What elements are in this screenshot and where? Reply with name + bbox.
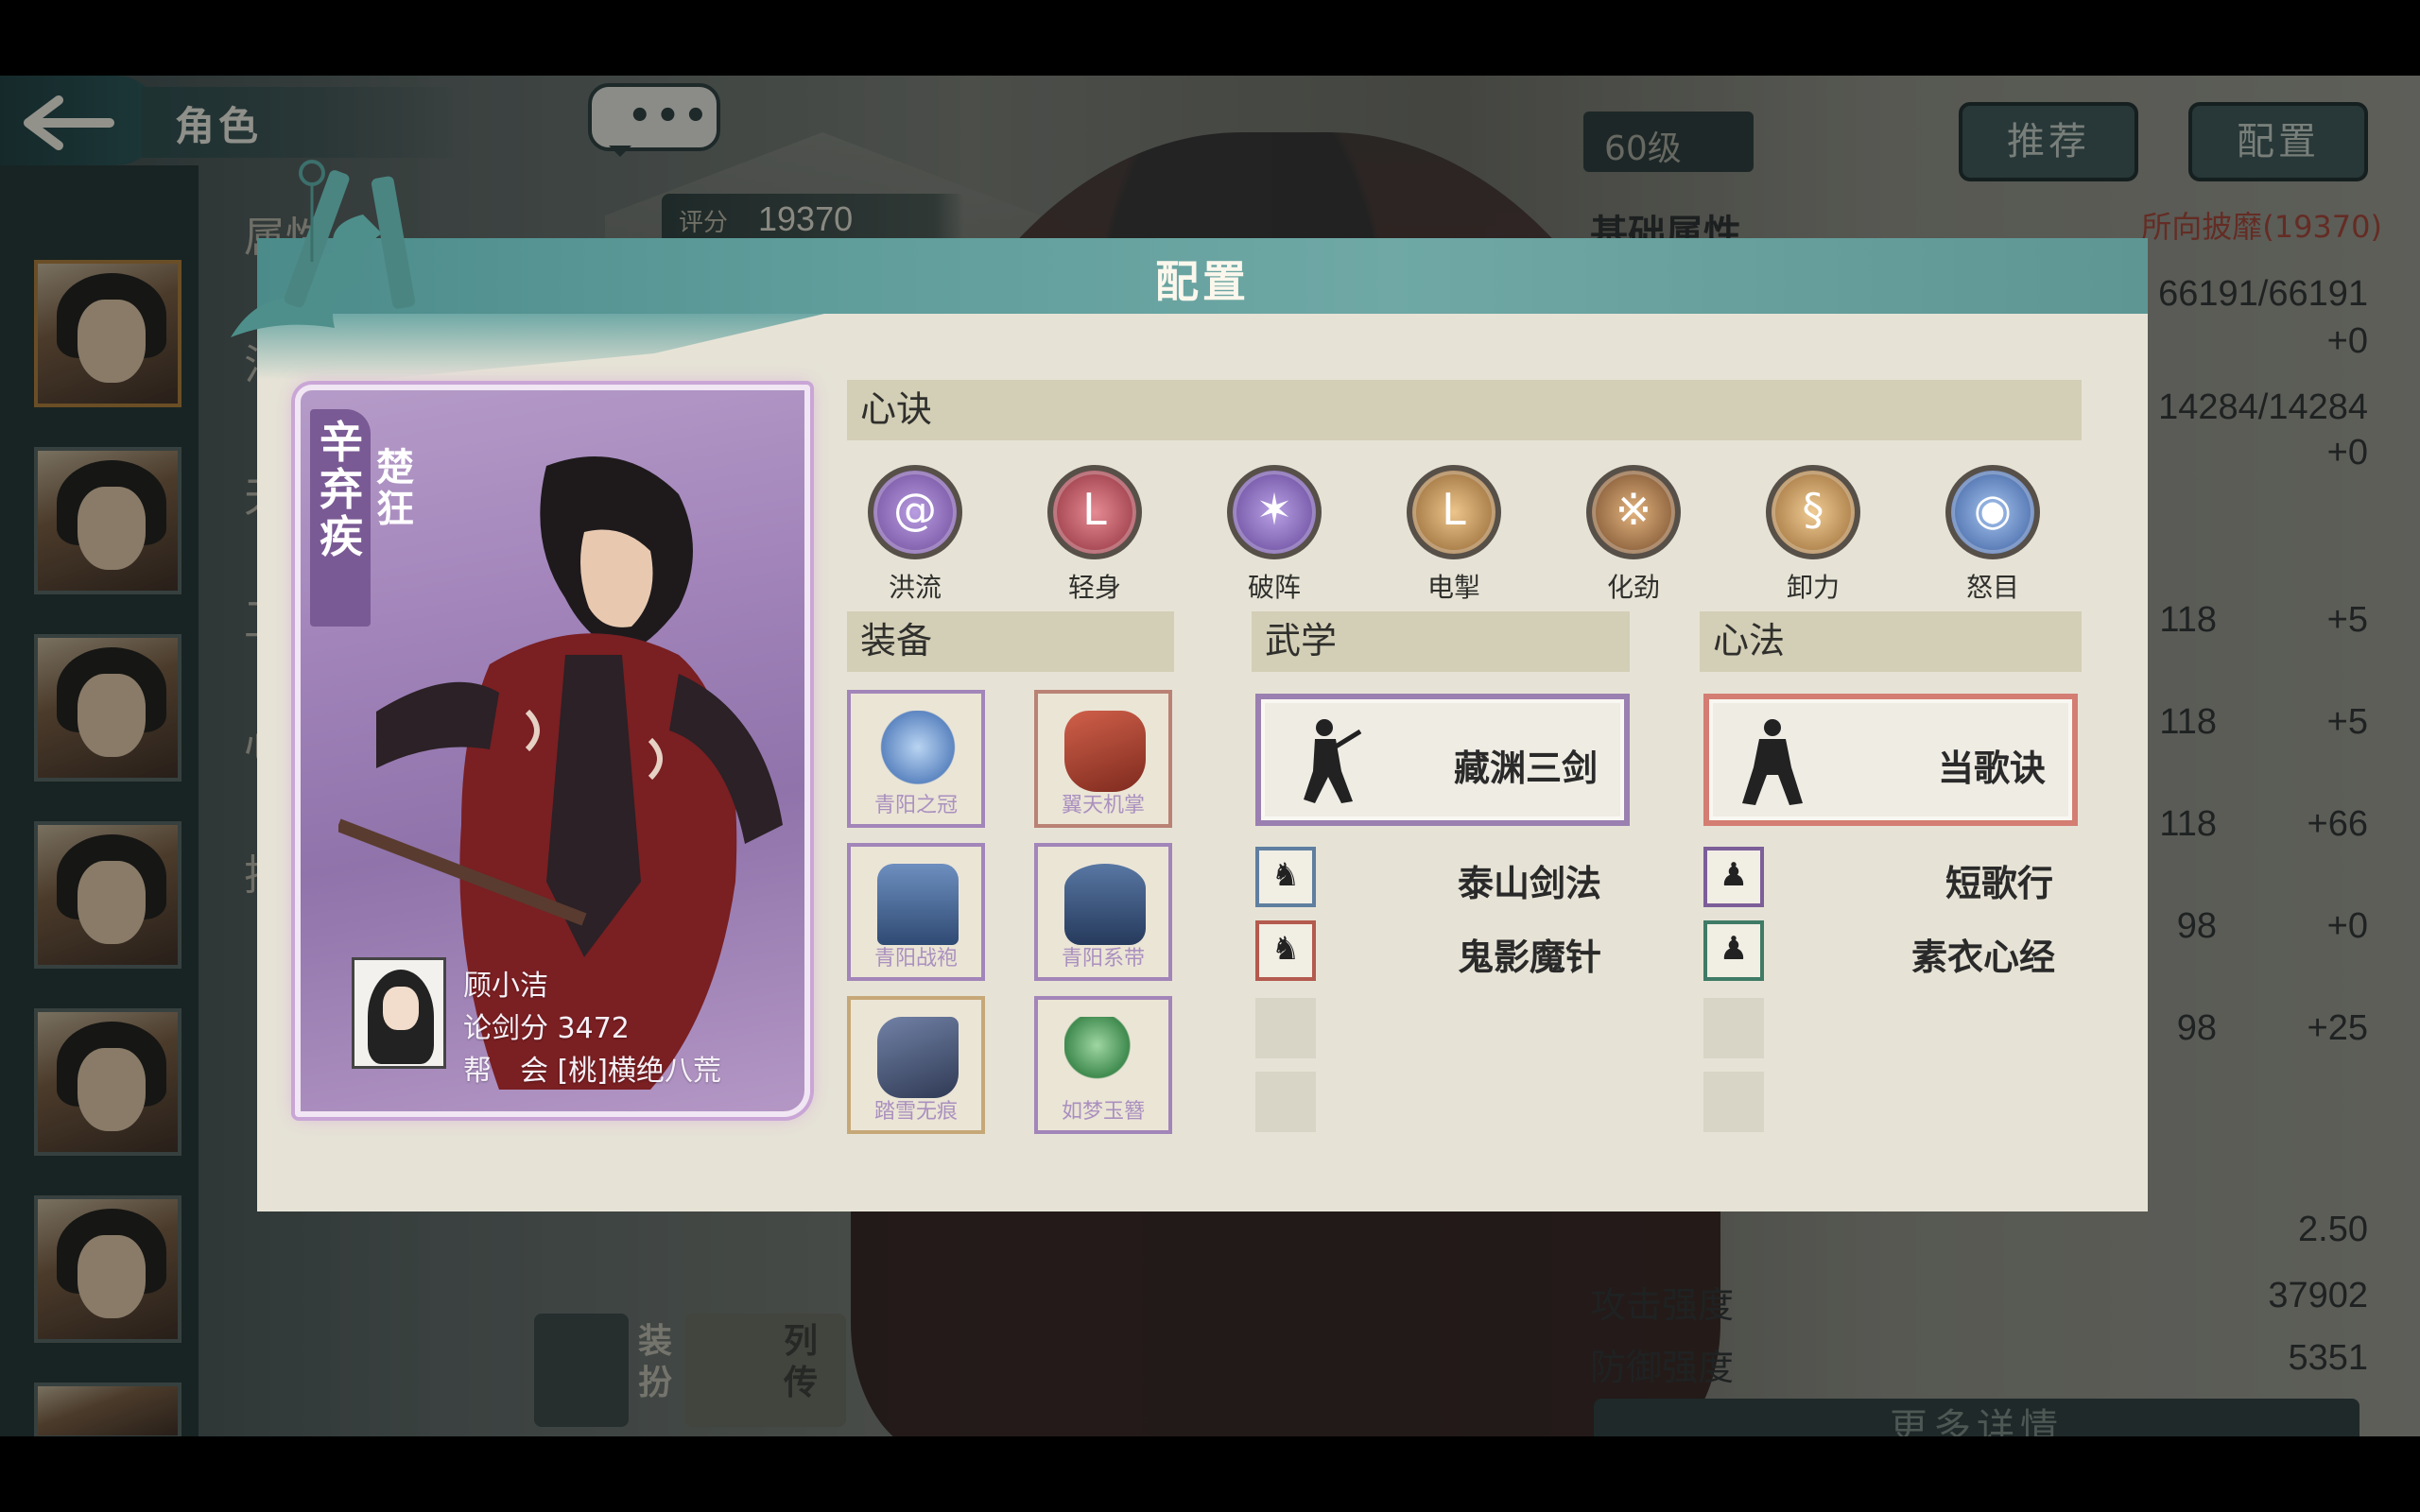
equip-belt[interactable]: 青阳系带 [1034, 843, 1172, 981]
xinjue-header: 心诀 [847, 380, 2082, 440]
belt-icon [1064, 864, 1146, 945]
equipment-header: 装备 [847, 611, 1174, 672]
skill-pozhen[interactable]: ✶ 破阵 [1218, 465, 1331, 607]
robe-icon [877, 864, 959, 945]
xinfa-name-2: 素衣心经 [1911, 936, 2056, 978]
equip-gauntlet[interactable]: 翼天机掌 [1034, 690, 1172, 828]
skill-qingshen[interactable]: L 轻身 [1038, 465, 1151, 607]
character-epithet: 楚狂 [376, 446, 414, 531]
skill-glyph: L [1082, 484, 1107, 535]
owner-guild: 帮 会 [桃]横绝八荒 [463, 1055, 721, 1088]
hairpin-icon [1064, 1017, 1146, 1098]
skill-label: 电掣 [1426, 572, 1480, 603]
stance-icon [1742, 719, 1803, 805]
skill-glyph: ◉ [1973, 484, 2013, 535]
skill-glyph: ✶ [1255, 484, 1293, 535]
avatar-face [383, 987, 419, 1030]
wuxue-empty-slot[interactable] [1255, 998, 1316, 1058]
eye-icon: ◉ [1945, 465, 2040, 559]
equip-boots[interactable]: 踏雪无痕 [847, 996, 985, 1134]
modal-title: 配置 [1155, 256, 1250, 307]
skill-label: 卸力 [1786, 572, 1840, 603]
skill-label: 轻身 [1067, 572, 1121, 603]
xinfa-slot-1[interactable]: ♟ [1703, 847, 1764, 907]
equip-name: 翼天机掌 [1061, 794, 1145, 817]
l-rune-icon: L [1407, 465, 1501, 559]
skill-label: 化劲 [1606, 572, 1660, 603]
xinfa-empty-slot[interactable] [1703, 1072, 1764, 1132]
skill-label: 破阵 [1247, 572, 1301, 603]
swirl-icon: @ [868, 465, 962, 559]
character-card: 辛弃疾 楚狂 顾小洁 论剑分 3472 帮 会 [桃]横绝八荒 [295, 385, 810, 1117]
skill-label: 怒目 [1965, 572, 2019, 603]
equip-name: 如梦玉簪 [1061, 1100, 1145, 1124]
wuxue-main-slot[interactable]: 藏渊三剑 [1255, 694, 1630, 826]
gauntlet-icon [1064, 711, 1146, 792]
wuxue-name-1: 泰山剑法 [1458, 863, 1602, 904]
swirl-icon: § [1766, 465, 1860, 559]
equip-name: 青阳之冠 [873, 794, 958, 817]
skill-huajin[interactable]: ※ 化劲 [1577, 465, 1690, 607]
sword-pose-icon: ♞ [1270, 856, 1301, 894]
bottom-letterbox [0, 1436, 2420, 1512]
modal-header: 配置 [257, 238, 2148, 314]
owner-score: 论剑分 3472 [463, 1012, 630, 1045]
xinfa-main-name: 当歌诀 [1937, 747, 2046, 789]
shatter-icon: ✶ [1227, 465, 1322, 559]
skill-glyph: @ [893, 484, 937, 535]
swordsman-icon [1304, 719, 1362, 803]
equip-name: 青阳战袍 [873, 947, 958, 971]
skill-glyph: § [1802, 484, 1824, 535]
meditate-icon: ♟ [1719, 930, 1749, 968]
skill-dianche[interactable]: L 电掣 [1397, 465, 1511, 607]
skill-glyph: L [1442, 484, 1466, 535]
boots-icon [877, 1017, 959, 1098]
equip-name: 青阳系带 [1061, 947, 1145, 971]
xinfa-header: 心法 [1700, 611, 2082, 672]
meditate-icon: ♟ [1719, 856, 1749, 894]
wuxue-empty-slot[interactable] [1255, 1072, 1316, 1132]
character-name: 辛弃疾 [320, 417, 363, 562]
needle-pose-icon: ♞ [1270, 930, 1301, 968]
equip-crown[interactable]: 青阳之冠 [847, 690, 985, 828]
wuxue-name-2: 鬼影魔针 [1458, 936, 1602, 978]
skill-hongliu[interactable]: @ 洪流 [858, 465, 972, 607]
top-letterbox [0, 0, 2420, 76]
crack-icon: ※ [1586, 465, 1681, 559]
equip-hairpin[interactable]: 如梦玉簪 [1034, 996, 1172, 1134]
wuxue-header: 武学 [1252, 611, 1630, 672]
sword-tassel-decoration-icon [231, 160, 415, 337]
xinfa-name-1: 短歌行 [1945, 863, 2054, 904]
wuxue-main-name: 藏渊三剑 [1453, 747, 1598, 789]
xinfa-slot-2[interactable]: ♟ [1703, 920, 1764, 981]
skill-label: 洪流 [888, 572, 942, 603]
crown-icon [877, 711, 959, 792]
config-modal: 配置 辛弃疾 楚狂 顾小洁 论剑分 3472 帮 会 [桃]横绝八荒 心诀 @ … [231, 160, 2148, 1211]
owner-name: 顾小洁 [463, 970, 548, 1003]
l-rune-icon: L [1047, 465, 1142, 559]
xinfa-empty-slot[interactable] [1703, 998, 1764, 1058]
skill-xieli[interactable]: § 卸力 [1756, 465, 1870, 607]
skill-glyph: ※ [1615, 484, 1652, 535]
owner-avatar[interactable] [352, 957, 446, 1069]
skill-numu[interactable]: ◉ 怒目 [1936, 465, 2049, 607]
equip-robe[interactable]: 青阳战袍 [847, 843, 985, 981]
wuxue-slot-1[interactable]: ♞ [1255, 847, 1316, 907]
wuxue-slot-2[interactable]: ♞ [1255, 920, 1316, 981]
xinfa-main-slot[interactable]: 当歌诀 [1703, 694, 2078, 826]
equip-name: 踏雪无痕 [873, 1100, 958, 1124]
